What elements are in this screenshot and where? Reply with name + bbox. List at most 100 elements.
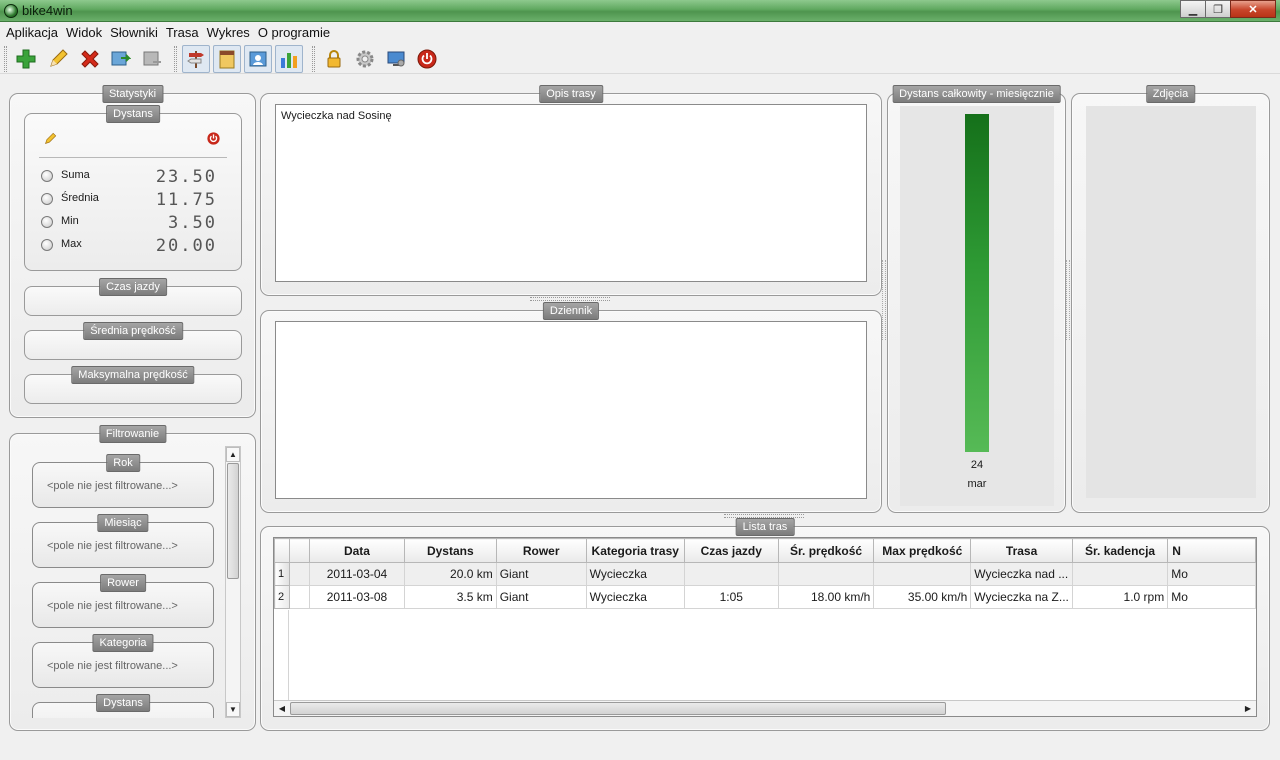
toolbar-handle[interactable]	[4, 46, 7, 72]
add-route-button[interactable]	[12, 45, 40, 73]
column-header-max-speed[interactable]: Max prędkość	[873, 538, 972, 563]
filter-year[interactable]: Rok <pole nie jest filtrowane...>	[32, 454, 214, 508]
menu-slowniki[interactable]: Słowniki	[106, 22, 162, 43]
stat-value: 11.75	[155, 190, 217, 210]
menu-wykres[interactable]: Wykres	[203, 22, 254, 43]
filter-scrollbar[interactable]: ▲ ▼	[225, 446, 241, 718]
table-cell-route[interactable]: Wycieczka na Z...	[970, 585, 1073, 609]
table-cell-bike[interactable]: Giant	[495, 562, 587, 586]
table-cell-category[interactable]: Wycieczka	[585, 562, 685, 586]
row-number[interactable]: 1	[274, 562, 290, 586]
column-header-avg-speed[interactable]: Śr. prędkość	[777, 538, 875, 563]
menu-aplikacja[interactable]: Aplikacja	[2, 22, 62, 43]
table-cell-more[interactable]: Mo	[1167, 562, 1256, 586]
table-cell-avg-speed[interactable]	[777, 562, 875, 586]
separator	[39, 157, 227, 158]
photos-view-button[interactable]	[244, 45, 272, 73]
description-textarea[interactable]: Wycieczka nad Sosinę	[275, 104, 867, 282]
import-button[interactable]	[106, 45, 134, 73]
toolbar-handle[interactable]	[174, 46, 177, 72]
table-cell-date[interactable]: 2011-03-08	[309, 585, 405, 609]
minimize-button[interactable]: ▁	[1180, 0, 1206, 18]
table-row[interactable]: 2 2011-03-08 3.5 km Giant Wycieczka 1:05…	[274, 585, 1256, 609]
min-radio[interactable]	[41, 216, 53, 228]
scroll-thumb[interactable]	[290, 702, 946, 715]
table-cell-distance[interactable]: 3.5 km	[403, 585, 497, 609]
table-row[interactable]: 1 2011-03-04 20.0 km Giant Wycieczka Wyc…	[274, 562, 1256, 586]
scroll-thumb[interactable]	[227, 463, 239, 579]
monthly-chart-panel: Dystans całkowity - miesięcznie 24 mar	[887, 85, 1066, 513]
max-speed-title: Maksymalna prędkość	[71, 366, 195, 384]
column-header-route[interactable]: Trasa	[970, 538, 1073, 563]
column-header-bike[interactable]: Rower	[495, 538, 587, 563]
column-header-more[interactable]: N	[1167, 538, 1256, 563]
toolbar-handle[interactable]	[312, 46, 315, 72]
column-header-ride-time[interactable]: Czas jazdy	[683, 538, 779, 563]
average-radio[interactable]	[41, 193, 53, 205]
table-cell-max-speed[interactable]	[873, 562, 972, 586]
table-cell-more[interactable]: Mo	[1167, 585, 1256, 609]
filter-month[interactable]: Miesiąc <pole nie jest filtrowane...>	[32, 514, 214, 568]
export-button[interactable]	[138, 45, 166, 73]
table-cell-route[interactable]: Wycieczka nad ...	[970, 562, 1073, 586]
table-cell-cadence[interactable]: 1.0 rpm	[1071, 585, 1169, 609]
menu-widok[interactable]: Widok	[62, 22, 106, 43]
max-radio[interactable]	[41, 239, 53, 251]
splitter-handle[interactable]	[882, 260, 886, 340]
table-cell-ride-time[interactable]: 1:05	[683, 585, 779, 609]
sum-radio[interactable]	[41, 170, 53, 182]
import-icon	[111, 51, 131, 66]
stat-row-max[interactable]: Max 20.00	[41, 236, 217, 256]
chart-area: 24 mar	[900, 106, 1054, 506]
table-cell[interactable]	[288, 585, 311, 609]
filter-category-value: <pole nie jest filtrowane...>	[47, 660, 178, 672]
maximize-button[interactable]: ❐	[1205, 0, 1231, 18]
table-cell-max-speed[interactable]: 35.00 km/h	[873, 585, 972, 609]
scroll-left-arrow[interactable]: ◀	[275, 702, 289, 715]
table-cell[interactable]	[288, 562, 311, 586]
chart-view-button[interactable]	[275, 45, 303, 73]
filter-category[interactable]: Kategoria <pole nie jest filtrowane...>	[32, 634, 214, 688]
stat-row-min[interactable]: Min 3.50	[41, 213, 217, 233]
close-button[interactable]: ✕	[1230, 0, 1276, 18]
column-header-category[interactable]: Kategoria trasy	[585, 538, 685, 563]
scroll-down-arrow[interactable]: ▼	[226, 702, 240, 717]
reset-stats-button[interactable]	[206, 131, 221, 149]
splitter-handle[interactable]	[1066, 260, 1070, 340]
table-cell-cadence[interactable]	[1071, 562, 1169, 586]
menu-o-programie[interactable]: O programie	[254, 22, 334, 43]
splitter-handle[interactable]	[530, 297, 610, 301]
notes-view-button[interactable]	[213, 45, 241, 73]
edit-stats-button[interactable]	[43, 132, 57, 149]
distance-title: Dystans	[106, 105, 160, 123]
scroll-right-arrow[interactable]: ▶	[1241, 702, 1255, 715]
table-cell-ride-time[interactable]	[683, 562, 779, 586]
journal-textarea[interactable]	[275, 321, 867, 499]
filter-bike[interactable]: Rower <pole nie jest filtrowane...>	[32, 574, 214, 628]
table-cell-bike[interactable]: Giant	[495, 585, 587, 609]
pencil-icon	[45, 132, 57, 144]
stat-row-sum[interactable]: Suma 23.50	[41, 167, 217, 187]
menu-trasa[interactable]: Trasa	[162, 22, 203, 43]
delete-route-button[interactable]	[76, 45, 104, 73]
column-header-distance[interactable]: Dystans	[403, 538, 497, 563]
screen-button[interactable]	[382, 45, 410, 73]
row-number[interactable]: 2	[274, 585, 290, 609]
exit-button[interactable]	[413, 45, 441, 73]
stat-row-average[interactable]: Średnia 11.75	[41, 190, 217, 210]
route-view-button[interactable]	[182, 45, 210, 73]
edit-route-button[interactable]	[44, 45, 72, 73]
table-hscrollbar[interactable]: ◀ ▶	[274, 700, 1256, 716]
settings-button[interactable]	[351, 45, 379, 73]
table-cell-category[interactable]: Wycieczka	[585, 585, 685, 609]
column-header[interactable]	[274, 538, 290, 563]
table-cell-date[interactable]: 2011-03-04	[309, 562, 405, 586]
filter-distance[interactable]: Dystans	[32, 694, 214, 718]
table-cell-avg-speed[interactable]: 18.00 km/h	[777, 585, 875, 609]
lock-button[interactable]	[320, 45, 348, 73]
column-header-cadence[interactable]: Śr. kadencja	[1071, 538, 1169, 563]
column-header-date[interactable]: Data	[309, 538, 405, 563]
table-cell-distance[interactable]: 20.0 km	[403, 562, 497, 586]
scroll-up-arrow[interactable]: ▲	[226, 447, 240, 462]
column-header[interactable]	[288, 538, 311, 563]
